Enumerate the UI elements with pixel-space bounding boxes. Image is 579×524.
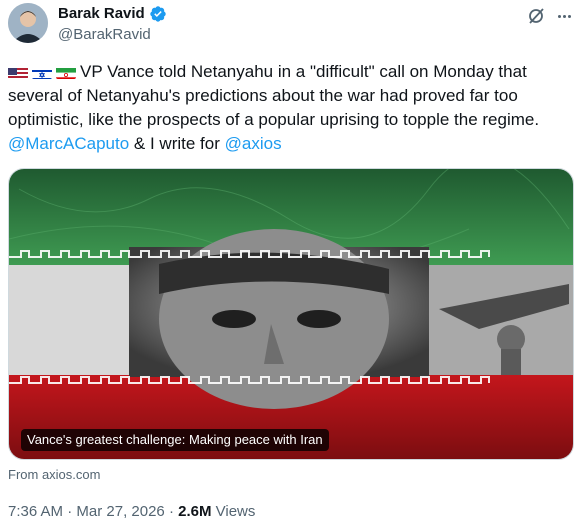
author-name[interactable]: Barak Ravid — [58, 4, 145, 24]
meta-separator: · — [164, 503, 179, 520]
tweet-body: VP Vance told Netanyahu in a "difficult"… — [8, 62, 540, 129]
views-count: 2.6M — [178, 503, 212, 520]
tweet-text: VP Vance told Netanyahu in a "difficult"… — [8, 60, 574, 156]
israel-flag-icon — [32, 65, 52, 79]
card-caption: Vance's greatest challenge: Making peace… — [21, 429, 329, 451]
tweet-time[interactable]: 7:36 AM — [8, 503, 63, 520]
avatar-photo — [8, 3, 48, 43]
views-label: Views — [211, 503, 256, 520]
us-flag-icon — [8, 65, 28, 79]
card-source[interactable]: From axios.com — [8, 467, 100, 482]
author-name-row: Barak Ravid — [58, 4, 167, 24]
card-image — [9, 169, 573, 459]
tweet-meta: 7:36 AM · Mar 27, 2026 · 2.6M Views — [8, 502, 255, 522]
tweet-connector: & I write for — [129, 134, 225, 153]
mention-link[interactable]: @axios — [225, 134, 282, 153]
verified-badge-icon — [150, 6, 166, 22]
author-handle[interactable]: @BarakRavid — [58, 25, 151, 45]
meta-separator: · — [63, 503, 77, 520]
iran-flag-icon — [56, 65, 76, 79]
link-card[interactable]: Vance's greatest challenge: Making peace… — [8, 168, 574, 460]
mention-link[interactable]: @MarcACaputo — [8, 134, 129, 153]
grok-icon[interactable] — [526, 6, 546, 26]
more-options-icon[interactable] — [554, 6, 574, 26]
avatar[interactable] — [8, 3, 48, 43]
tweet-date[interactable]: Mar 27, 2026 — [76, 503, 164, 520]
